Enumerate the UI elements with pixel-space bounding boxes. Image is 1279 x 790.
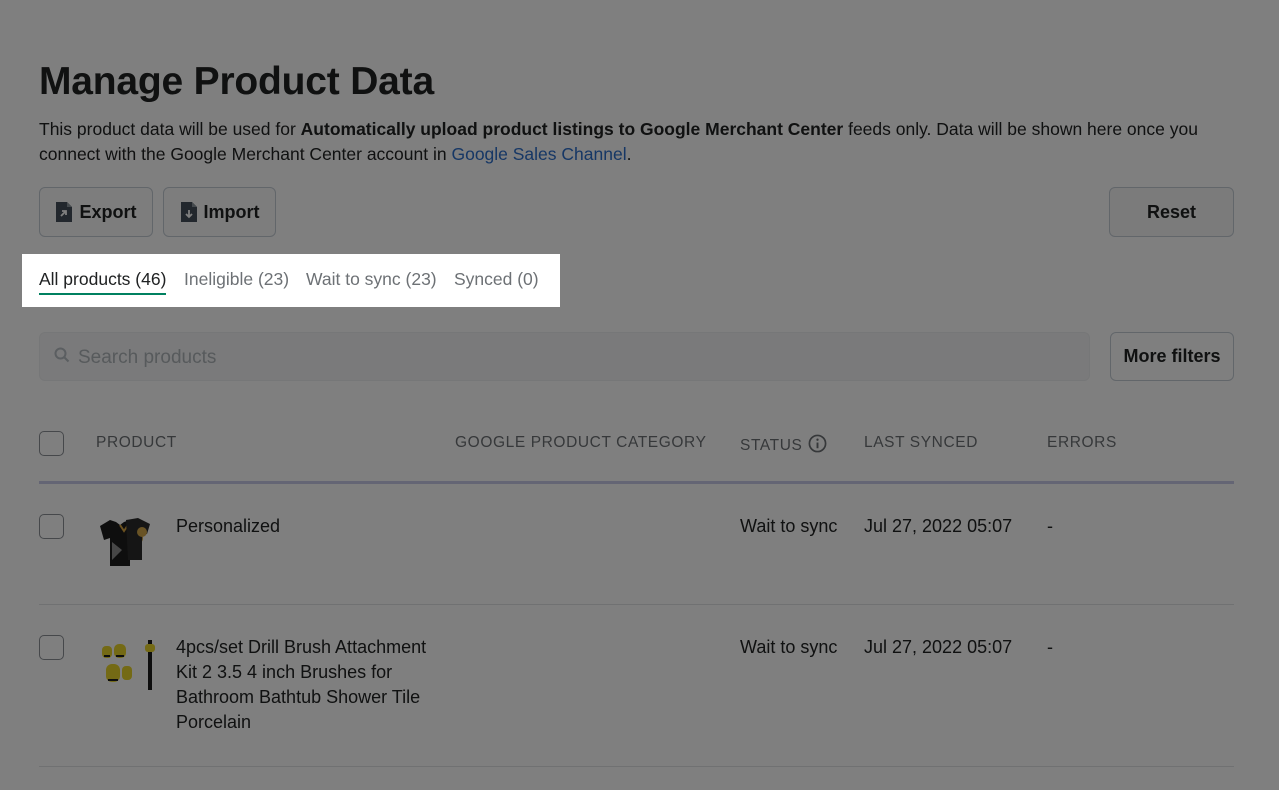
select-all-checkbox[interactable] bbox=[39, 431, 64, 456]
google-sales-channel-link[interactable]: Google Sales Channel bbox=[451, 144, 626, 164]
status-header-label: Status bbox=[740, 437, 803, 454]
product-name[interactable]: 4pcs/set Drill Brush Attachment Kit 2 3.… bbox=[176, 635, 436, 735]
reset-button[interactable]: Reset bbox=[1109, 187, 1234, 237]
page-title: Manage Product Data bbox=[39, 60, 434, 103]
search-placeholder: Search products bbox=[78, 347, 217, 368]
description-text-1: This product data will be used for bbox=[39, 119, 301, 139]
row-divider bbox=[39, 766, 1234, 767]
manage-product-data-page: Manage Product Data This product data wi… bbox=[0, 0, 1279, 790]
errors-text: - bbox=[1047, 516, 1053, 536]
search-input[interactable]: Search products bbox=[39, 332, 1090, 381]
product-name[interactable]: Personalized bbox=[176, 514, 280, 539]
drill-brush-thumbnail bbox=[96, 636, 158, 698]
column-header-category: Google product category bbox=[455, 434, 707, 451]
last-synced-text: Jul 27, 2022 05:07 bbox=[864, 516, 1013, 536]
column-header-errors: Errors bbox=[1047, 434, 1117, 451]
status-text: Wait to sync bbox=[740, 637, 838, 657]
search-icon bbox=[54, 347, 70, 363]
row-checkbox[interactable] bbox=[39, 635, 64, 660]
more-filters-button[interactable]: More filters bbox=[1110, 332, 1234, 381]
description-end: . bbox=[626, 144, 632, 164]
column-header-status: Status bbox=[740, 434, 827, 455]
tab-wait-to-sync[interactable]: Wait to sync (23) bbox=[306, 269, 437, 290]
export-button[interactable]: Export bbox=[39, 187, 153, 237]
tab-ineligible[interactable]: Ineligible (23) bbox=[184, 269, 289, 290]
table-header-divider bbox=[39, 481, 1234, 484]
row-checkbox[interactable] bbox=[39, 514, 64, 539]
errors-text: - bbox=[1047, 637, 1053, 657]
page-description: This product data will be used for Autom… bbox=[39, 117, 1219, 167]
column-header-product: Product bbox=[96, 434, 177, 451]
column-header-last-synced: Last synced bbox=[864, 434, 978, 451]
row-divider bbox=[39, 604, 1234, 605]
product-status-tabs: All products (46) Ineligible (23) Wait t… bbox=[22, 254, 560, 307]
tab-synced[interactable]: Synced (0) bbox=[454, 269, 539, 290]
description-bold-text: Automatically upload product listings to… bbox=[300, 119, 844, 139]
last-synced-text: Jul 27, 2022 05:07 bbox=[864, 637, 1013, 657]
export-label: Export bbox=[79, 201, 137, 222]
info-icon[interactable] bbox=[808, 434, 827, 453]
file-export-icon bbox=[55, 201, 73, 223]
file-import-icon bbox=[180, 201, 198, 223]
import-label: Import bbox=[203, 201, 260, 222]
tab-all-products[interactable]: All products (46) bbox=[39, 269, 167, 295]
import-button[interactable]: Import bbox=[163, 187, 276, 237]
status-text: Wait to sync bbox=[740, 516, 838, 536]
polo-shirt-thumbnail bbox=[96, 512, 158, 574]
